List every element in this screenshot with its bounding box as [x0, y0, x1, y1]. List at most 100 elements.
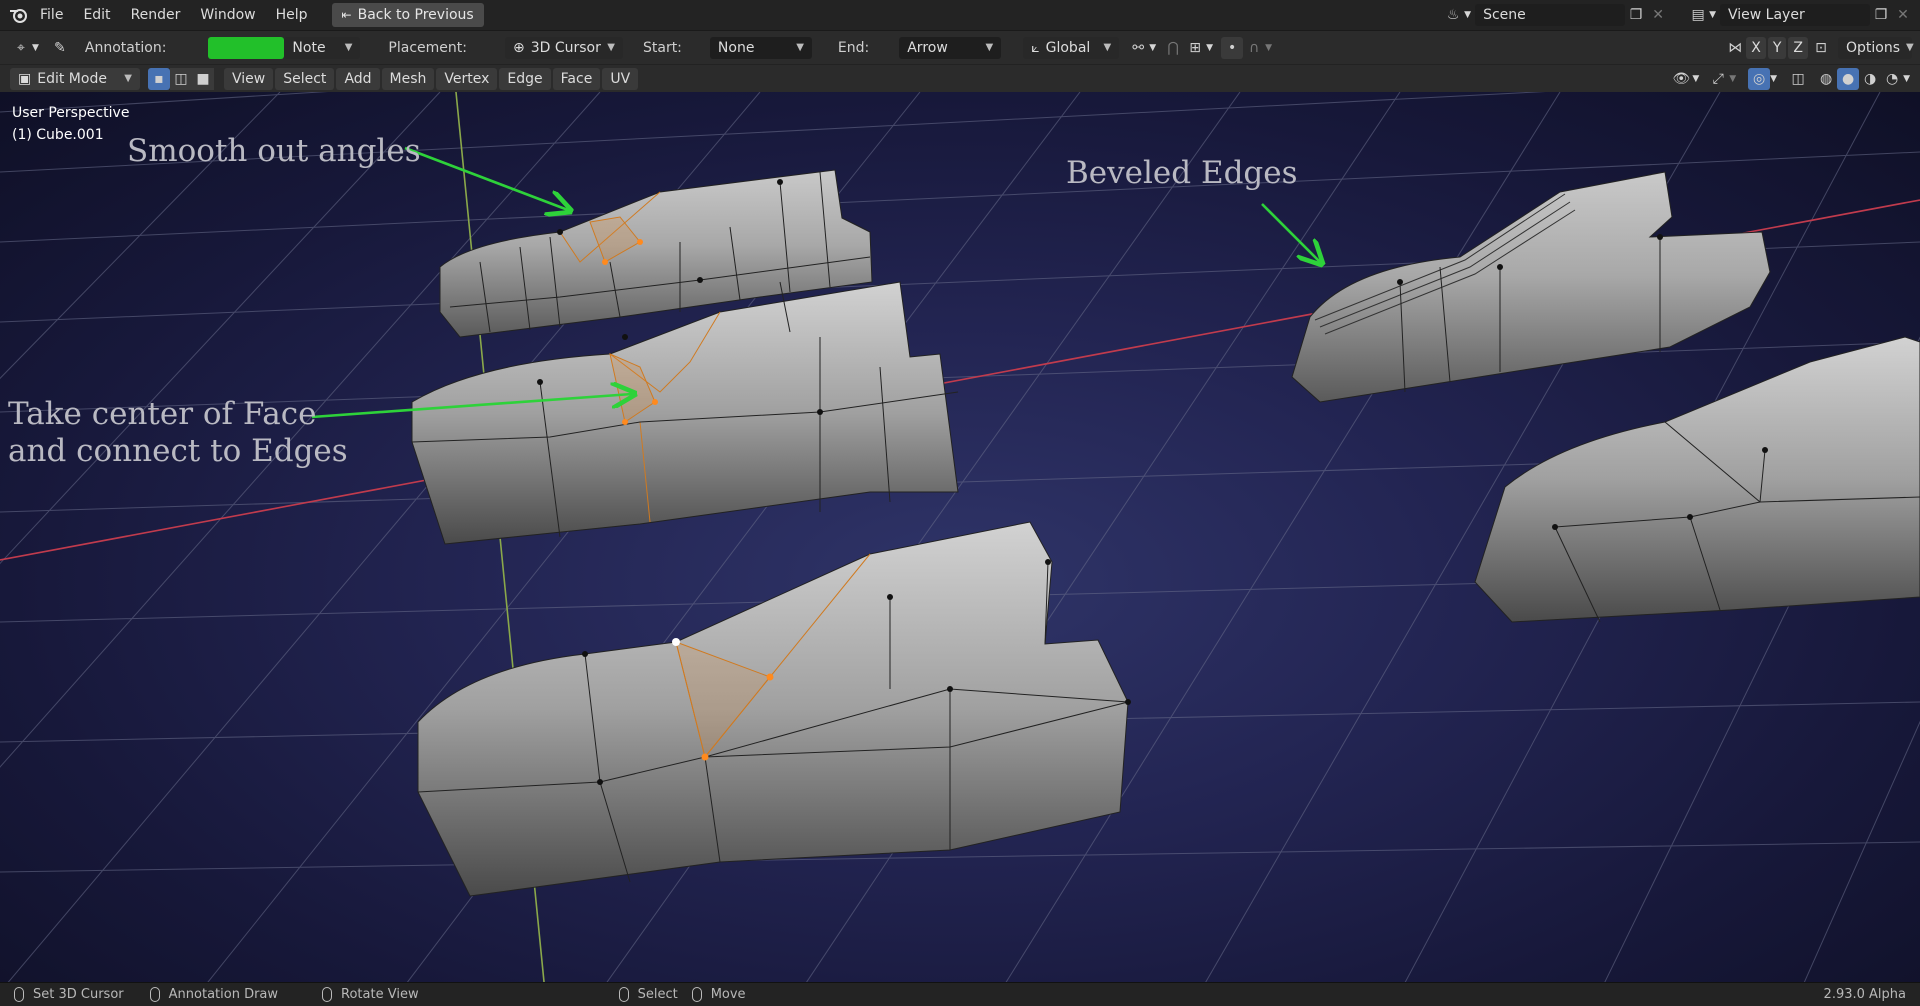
top-bar: File Edit Render Window Help ⇤ Back to P…	[0, 0, 1920, 30]
status-annotation-draw: Annotation Draw	[149, 987, 279, 1002]
overlays-chevron-icon: ▼	[1770, 73, 1778, 84]
annotate-pencil-icon[interactable]: ✎	[49, 37, 71, 59]
orientation-axes-icon: ⟀	[1031, 39, 1040, 56]
menu-edit[interactable]: Edit	[73, 0, 120, 30]
placement-dropdown[interactable]: ⊕ 3D Cursor ▼	[504, 36, 623, 59]
menu-uv[interactable]: UV	[602, 67, 639, 90]
view-layer-chevron-icon: ▼	[1709, 10, 1716, 20]
back-icon: ⇤	[341, 8, 352, 22]
menu-help[interactable]: Help	[266, 0, 318, 30]
menu-window[interactable]: Window	[190, 0, 265, 30]
delete-scene-icon[interactable]: ✕	[1647, 4, 1669, 26]
status-select: Select	[618, 987, 678, 1002]
gizmo-chevron-icon: ▼	[1729, 73, 1737, 84]
mirror-y-toggle[interactable]: Y	[1767, 36, 1787, 59]
visibility-chevron-icon: ▼	[1692, 73, 1700, 84]
editor-type-icon[interactable]: ⌖	[10, 37, 32, 59]
mirror-z-toggle[interactable]: Z	[1788, 36, 1808, 59]
edge-select-icon[interactable]: ◫	[170, 67, 192, 90]
edit-mode-icon: ▣	[18, 70, 32, 87]
note-layer-value: Note	[292, 39, 326, 56]
shading-chevron-icon: ▼	[1903, 73, 1910, 84]
pivot-point-icon[interactable]: ⚯	[1127, 37, 1149, 59]
menu-render[interactable]: Render	[121, 0, 191, 30]
snap-magnet-icon[interactable]: ⋂	[1162, 37, 1184, 59]
view-layer-icon[interactable]: ▤	[1687, 4, 1709, 26]
mesh-large-bottom	[417, 521, 1129, 897]
menu-select[interactable]: Select	[275, 67, 335, 90]
start-label: Start:	[642, 39, 682, 56]
status-rotate-view-label: Rotate View	[341, 987, 419, 1002]
menu-view[interactable]: View	[224, 67, 274, 90]
snap-target-icon[interactable]: ⊞	[1184, 37, 1206, 59]
gizmo-icon[interactable]: ⤢	[1707, 68, 1729, 90]
orientation-dropdown[interactable]: ⟀ Global ▼	[1023, 36, 1120, 59]
vertex-select-icon[interactable]: ▪	[148, 67, 170, 90]
back-to-previous-button[interactable]: ⇤ Back to Previous	[331, 3, 484, 27]
mirror-icon[interactable]: ⋈	[1724, 37, 1746, 59]
editor-type-chevron-icon: ▼	[32, 42, 39, 53]
pivot-chevron-icon: ▼	[1149, 42, 1157, 53]
status-move: Move	[691, 987, 746, 1002]
material-shading-icon[interactable]: ◑	[1859, 68, 1881, 90]
annotation-smooth-angles: Smooth out angles	[127, 133, 421, 169]
mode-dropdown[interactable]: ▣ Edit Mode ▼	[10, 67, 140, 90]
menu-edge[interactable]: Edge	[499, 67, 551, 90]
mesh-right-lower	[1474, 336, 1920, 623]
visibility-eye-icon[interactable]: 👁	[1670, 68, 1692, 90]
new-view-layer-icon[interactable]: ❐	[1870, 4, 1892, 26]
scene-icon[interactable]: ♨	[1442, 4, 1464, 26]
end-dropdown[interactable]: Arrow ▼	[899, 36, 1002, 59]
annotation-color-swatch[interactable]	[208, 36, 285, 59]
options-label: Options	[1846, 39, 1901, 56]
mirror-x-toggle[interactable]: X	[1746, 36, 1766, 59]
start-dropdown[interactable]: None ▼	[709, 36, 812, 59]
menu-add[interactable]: Add	[336, 67, 380, 90]
annotation-center-face-line2: and connect to Edges	[8, 433, 348, 469]
chevron-down-icon: ▼	[1103, 42, 1112, 53]
status-rotate-view: Rotate View	[322, 987, 419, 1002]
menu-vertex[interactable]: Vertex	[436, 67, 498, 90]
wireframe-shading-icon[interactable]: ◍	[1815, 68, 1837, 90]
solid-shading-icon[interactable]: ●	[1837, 67, 1860, 90]
auto-merge-icon[interactable]: ⊡	[1810, 37, 1832, 59]
chevron-down-icon: ▼	[607, 42, 615, 53]
chevron-down-icon: ▼	[124, 73, 132, 84]
viewport-header: ▣ Edit Mode ▼ ▪ ◫ ■ View Select Add Mesh …	[0, 64, 1920, 92]
viewport-scene	[0, 92, 1920, 982]
axis-x-label: X	[1751, 39, 1761, 56]
menu-mesh[interactable]: Mesh	[381, 67, 435, 90]
falloff-curve-icon[interactable]: ∩	[1243, 37, 1265, 59]
blender-logo-icon[interactable]	[8, 4, 30, 26]
placement-value: 3D Cursor	[530, 39, 601, 56]
note-layer-dropdown[interactable]: Note ▼	[284, 36, 361, 59]
overlays-icon[interactable]: ◎	[1748, 67, 1771, 90]
end-value: Arrow	[907, 39, 948, 56]
axis-y-label: Y	[1772, 39, 1782, 56]
new-scene-icon[interactable]: ❐	[1625, 4, 1647, 26]
rendered-shading-icon[interactable]: ◔	[1881, 68, 1903, 90]
version-label: 2.93.0 Alpha	[1823, 987, 1906, 1002]
options-dropdown[interactable]: Options ▼	[1838, 36, 1914, 59]
view-layer-field[interactable]: View Layer	[1720, 4, 1870, 26]
menu-file[interactable]: File	[30, 0, 73, 30]
annotation-label: Annotation:	[84, 39, 167, 56]
status-annotation-draw-label: Annotation Draw	[168, 987, 279, 1002]
proportional-editing-icon[interactable]: •	[1221, 36, 1244, 59]
3d-cursor-icon: ⊕	[512, 39, 525, 56]
menu-face[interactable]: Face	[552, 67, 601, 90]
snap-chevron-icon: ▼	[1206, 42, 1214, 53]
perspective-label: User Perspective	[12, 105, 130, 121]
active-object-label: (1) Cube.001	[12, 127, 104, 143]
chevron-down-icon: ▼	[344, 42, 353, 53]
face-select-icon[interactable]: ■	[192, 67, 214, 90]
back-to-previous-label: Back to Previous	[357, 7, 474, 23]
3d-viewport[interactable]: User Perspective (1) Cube.001 Smooth out…	[0, 92, 1920, 982]
status-select-label: Select	[637, 987, 678, 1002]
status-set-3d-cursor-label: Set 3D Cursor	[33, 987, 124, 1002]
mode-value: Edit Mode	[37, 70, 107, 87]
delete-view-layer-icon[interactable]: ✕	[1892, 4, 1914, 26]
xray-icon[interactable]: ◫	[1787, 68, 1809, 90]
chevron-down-icon: ▼	[796, 42, 804, 53]
scene-field[interactable]: Scene	[1475, 4, 1626, 26]
